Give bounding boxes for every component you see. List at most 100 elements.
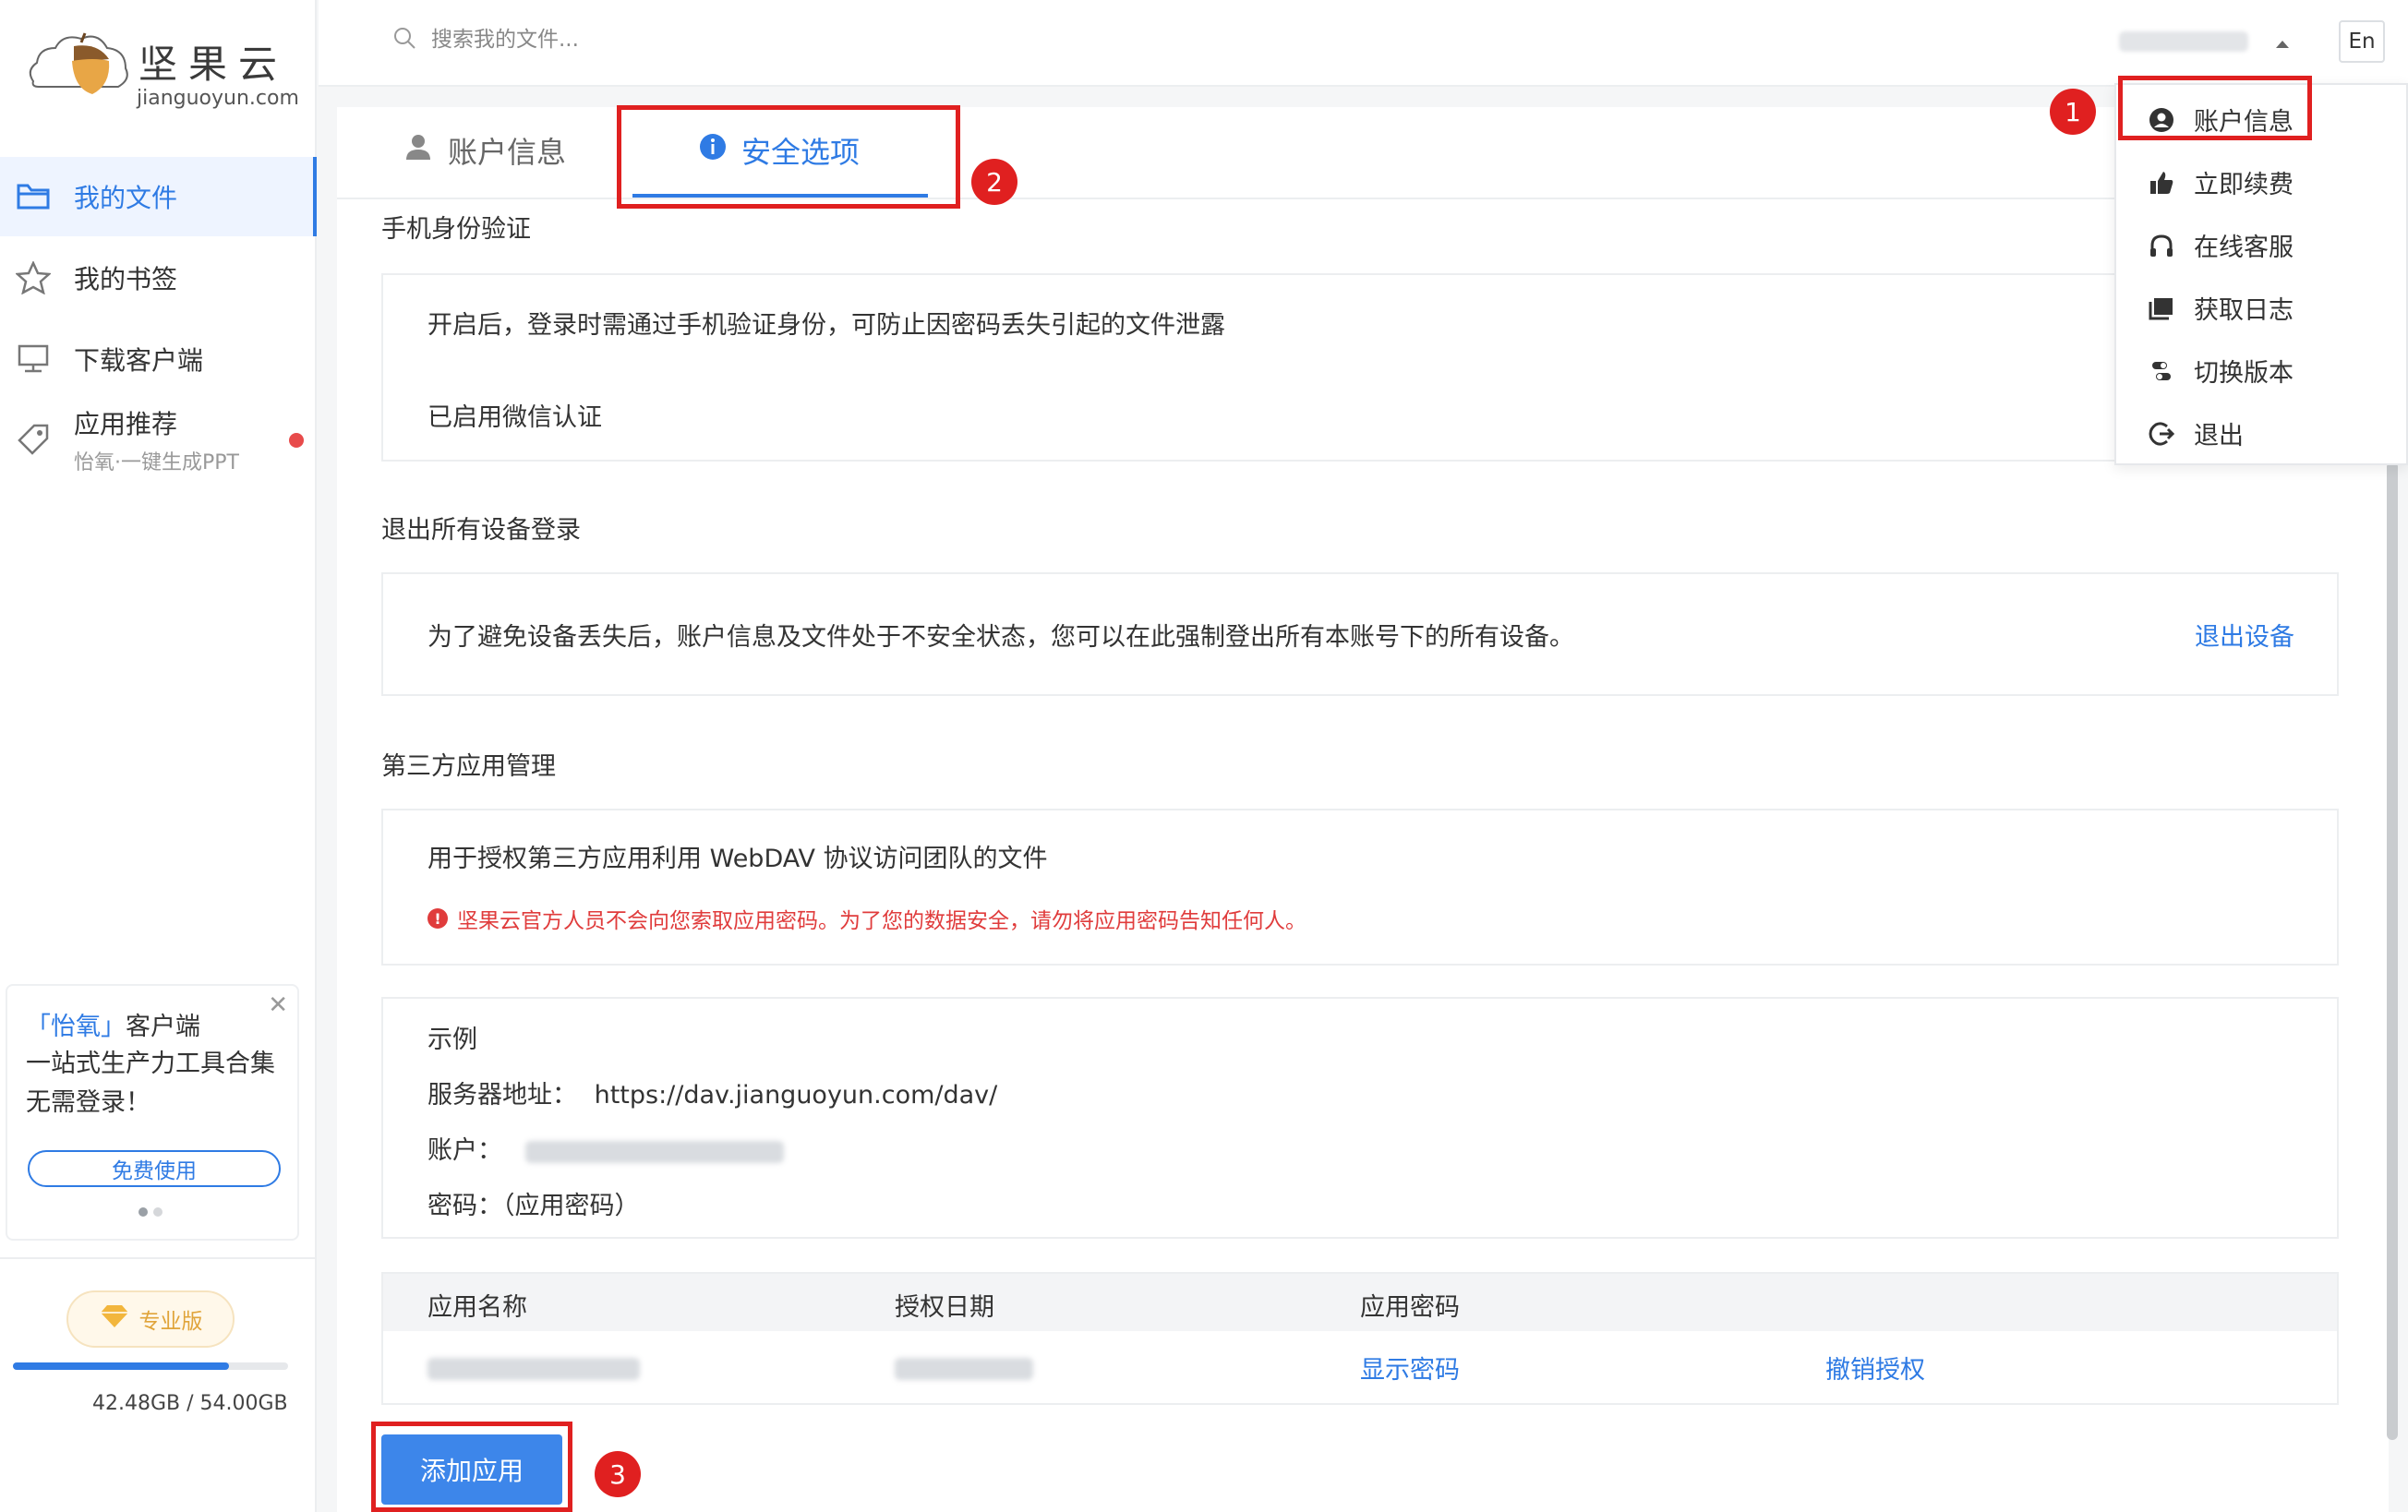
thumbs-up-icon <box>2148 169 2175 197</box>
annotation-number-2: 2 <box>971 159 1017 205</box>
caret-up-icon[interactable] <box>2276 41 2289 48</box>
sidebar-item-bookmarks[interactable]: 我的书签 <box>0 238 317 318</box>
tag-icon <box>13 419 54 460</box>
user-dropdown-menu: 账户信息 立即续费 在线客服 获取日志 切换版本 退出 <box>2114 83 2408 465</box>
server-value: https://dav.jianguoyun.com/dav/ <box>594 1081 998 1110</box>
carousel-dots[interactable] <box>138 1207 163 1217</box>
sidebar-item-my-files[interactable]: 我的文件 <box>0 157 317 236</box>
search-input[interactable] <box>429 27 799 53</box>
section-title-phone: 手机身份验证 <box>381 215 531 244</box>
main-panel: 账户信息 安全选项 手机身份验证 开启后，登录时需通过手机验证身份，可防止因密码… <box>337 107 2389 1512</box>
warning-text: 坚果云官方人员不会向您索取应用密码。为了您的数据安全，请勿将应用密码告知任何人。 <box>457 909 1306 933</box>
promo-title-rest: 客户端 <box>126 1013 200 1041</box>
sidebar-item-sub: 怡氧·一键生成PPT <box>74 451 239 474</box>
show-password-link[interactable]: 显示密码 <box>1360 1350 1460 1386</box>
third-party-desc: 用于授权第三方应用利用 WebDAV 协议访问团队的文件 <box>427 845 1048 873</box>
warning-message: ! 坚果云官方人员不会向您索取应用密码。为了您的数据安全，请勿将应用密码告知任何… <box>427 903 1306 934</box>
sidebar-item-label: 我的文件 <box>74 183 178 213</box>
menu-item-renew[interactable]: 立即续费 <box>2148 164 2294 200</box>
divider <box>0 1257 317 1259</box>
annotation-number-1: 1 <box>2050 89 2096 135</box>
storage-progress-fill <box>13 1362 229 1370</box>
revoke-link[interactable]: 撤销授权 <box>1825 1350 1925 1386</box>
sidebar: 坚果云 jianguoyun.com 我的文件 我的书签 下载客户端 应用推荐 … <box>0 0 317 1512</box>
logout-icon <box>2148 420 2175 448</box>
menu-item-label: 退出 <box>2194 422 2244 450</box>
free-use-button[interactable]: 免费使用 <box>28 1150 281 1187</box>
annotation-box-2 <box>617 105 960 209</box>
menu-item-label: 立即续费 <box>2194 171 2294 199</box>
example-box: 示例 服务器地址： https://dav.jianguoyun.com/dav… <box>381 997 2339 1239</box>
password-label: 密码：（应用密码） <box>427 1192 640 1220</box>
sidebar-item-label: 我的书签 <box>74 264 178 294</box>
tab-account-info[interactable]: 账户信息 <box>403 129 566 172</box>
acorn-logo-icon <box>29 32 128 94</box>
logo[interactable]: 坚果云 jianguoyun.com <box>26 24 299 110</box>
phone-desc: 开启后，登录时需通过手机验证身份，可防止因密码丢失引起的文件泄露 <box>427 311 1225 340</box>
promo-card: ✕ 「怡氧」客户端 一站式生产力工具合集 无需登录！ 免费使用 <box>6 984 299 1241</box>
section-title-logout: 退出所有设备登录 <box>381 516 581 545</box>
menu-item-label: 获取日志 <box>2194 296 2294 325</box>
account-redacted <box>524 1140 784 1163</box>
menu-item-logs[interactable]: 获取日志 <box>2148 290 2294 326</box>
annotation-box-3 <box>371 1422 572 1512</box>
promo-desc: 一站式生产力工具合集 无需登录！ <box>26 1050 275 1117</box>
logout-devices-link[interactable]: 退出设备 <box>2195 617 2294 653</box>
promo-title: 「怡氧」客户端 <box>26 1006 200 1042</box>
diamond-icon <box>99 1303 130 1335</box>
folder-icon <box>13 176 54 217</box>
page: 坚果云 jianguoyun.com 我的文件 我的书签 下载客户端 应用推荐 … <box>0 0 2408 1512</box>
third-party-box: 用于授权第三方应用利用 WebDAV 协议访问团队的文件 ! 坚果云官方人员不会… <box>381 809 2339 966</box>
scrollbar[interactable] <box>2387 462 2398 1440</box>
col-auth-date: 授权日期 <box>895 1293 994 1322</box>
brand-name: 坚果云 <box>138 42 289 87</box>
topbar: En <box>319 0 2408 87</box>
sidebar-item-app-recommend[interactable]: 应用推荐 <box>0 384 317 455</box>
star-icon <box>13 258 54 298</box>
logout-box: 为了避免设备丢失后，账户信息及文件处于不安全状态，您可以在此强制登出所有本账号下… <box>381 572 2339 696</box>
search-bar <box>392 26 799 54</box>
account-row: 账户： <box>427 1130 784 1166</box>
username-redacted[interactable] <box>2119 31 2248 52</box>
headset-icon <box>2148 232 2175 259</box>
server-label: 服务器地址： <box>427 1081 577 1110</box>
logout-desc: 为了避免设备丢失后，账户信息及文件处于不安全状态，您可以在此强制登出所有本账号下… <box>427 623 1574 652</box>
menu-item-support[interactable]: 在线客服 <box>2148 227 2294 263</box>
brand-domain: jianguoyun.com <box>137 87 299 110</box>
phone-status: 已启用微信认证 <box>427 403 602 432</box>
menu-item-switch-version[interactable]: 切换版本 <box>2148 353 2294 389</box>
menu-item-label: 切换版本 <box>2194 359 2294 388</box>
server-address-row: 服务器地址： https://dav.jianguoyun.com/dav/ <box>427 1074 997 1110</box>
section-title-third-party: 第三方应用管理 <box>381 752 556 781</box>
col-app-name: 应用名称 <box>427 1293 527 1322</box>
menu-item-label: 在线客服 <box>2194 234 2294 262</box>
log-icon <box>2148 294 2175 322</box>
storage-text: 42.48GB / 54.00GB <box>92 1392 288 1415</box>
sidebar-item-label: 应用推荐 <box>74 409 178 439</box>
sidebar-item-label: 下载客户端 <box>74 345 204 376</box>
account-label: 账户： <box>427 1136 502 1165</box>
person-icon <box>403 132 433 169</box>
annotation-box-1 <box>2118 76 2312 140</box>
apps-table: 应用名称 授权日期 应用密码 显示密码 撤销授权 <box>381 1272 2339 1405</box>
notification-dot <box>289 433 304 448</box>
table-header: 应用名称 授权日期 应用密码 <box>383 1274 2337 1331</box>
example-title: 示例 <box>427 1026 477 1054</box>
language-button[interactable]: En <box>2339 20 2385 63</box>
plan-label: 专业版 <box>138 1310 203 1334</box>
promo-title-highlight: 「怡氧」 <box>26 1013 126 1041</box>
search-icon <box>392 26 416 54</box>
close-icon[interactable]: ✕ <box>268 991 288 1019</box>
app-name-redacted <box>427 1353 640 1382</box>
warning-icon: ! <box>427 908 448 929</box>
monitor-icon <box>13 339 54 379</box>
menu-item-logout[interactable]: 退出 <box>2148 415 2244 451</box>
storage-progress <box>13 1362 288 1370</box>
phone-box: 开启后，登录时需通过手机验证身份，可防止因密码丢失引起的文件泄露 已启用微信认证 <box>381 273 2339 462</box>
col-app-password: 应用密码 <box>1360 1293 1460 1322</box>
annotation-number-3: 3 <box>595 1451 641 1497</box>
toggle-icon <box>2148 357 2175 385</box>
plan-badge[interactable]: 专业版 <box>66 1290 235 1348</box>
auth-date-redacted <box>895 1353 1033 1382</box>
tab-label: 账户信息 <box>448 135 567 170</box>
